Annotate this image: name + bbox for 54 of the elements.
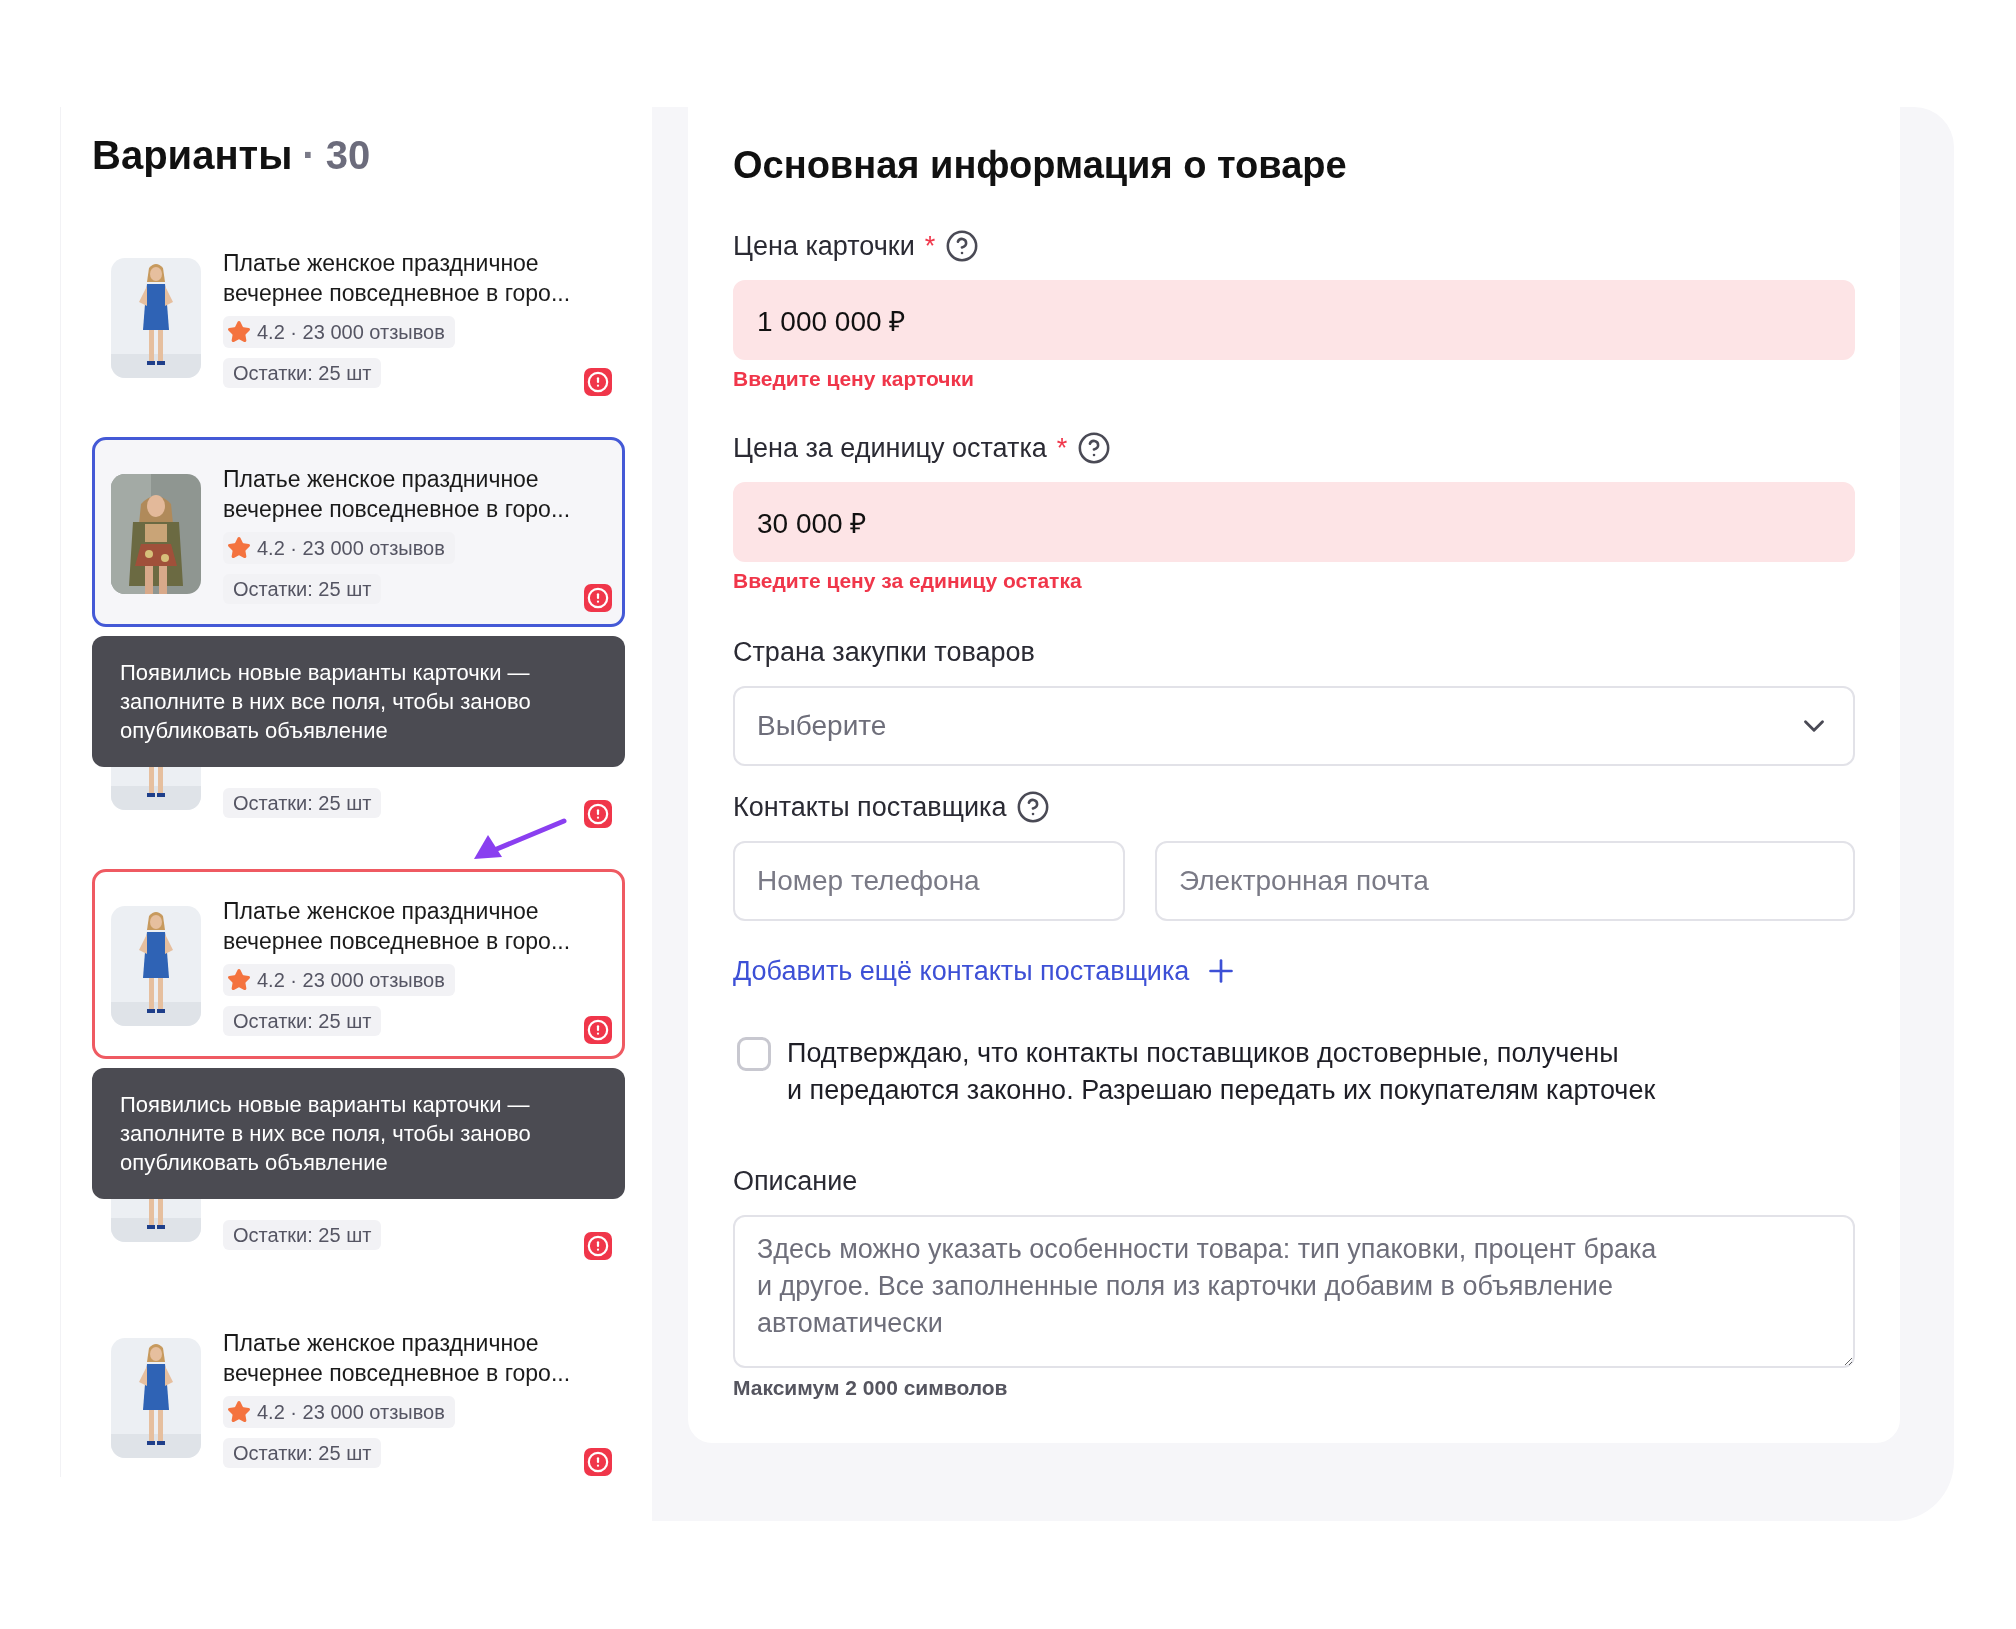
checkbox[interactable]	[737, 1037, 771, 1071]
variants-title: Варианты	[92, 133, 293, 178]
help-icon[interactable]	[1016, 790, 1051, 824]
field-label: Описание	[733, 1165, 858, 1197]
field-label: Цена за единицу остатка	[733, 432, 1047, 464]
variant-title: Платье женское праздничное вечернее повседневное в горо...	[223, 249, 572, 308]
alert-icon[interactable]	[584, 1016, 612, 1044]
stock-chip: Остатки: 25 шт	[223, 788, 382, 818]
variant-title: Платье женское праздничное вечернее повседневное в горо...	[223, 897, 572, 956]
star-icon	[227, 1400, 251, 1424]
stock-chip: Остатки: 25 шт	[223, 358, 382, 388]
description-field[interactable]: Здесь можно указать особенности товара: тип упаковки, процент брака и другое. Все заполненные поля из карточки добавим в объявление автоматически	[733, 1215, 1855, 1368]
variant-card[interactable]: Платье женское праздничное вечернее повседневное в горо... 4.2 · 23 000 отзывов Остатки: 25 шт	[92, 869, 625, 1059]
help-icon[interactable]	[945, 229, 980, 263]
required-mark: *	[924, 230, 936, 262]
alert-icon[interactable]	[584, 368, 612, 396]
alert-icon[interactable]	[584, 1448, 612, 1476]
select-field[interactable]: Выберите	[733, 686, 1855, 766]
alert-icon[interactable]	[584, 584, 612, 612]
variant-title: Платье женское праздничное вечернее повседневное в горо...	[223, 465, 572, 524]
tooltip: Появились новые варианты карточки — заполните в них все поля, чтобы заново опубликовать объявление	[92, 1068, 625, 1199]
field-label: Страна закупки товаров	[733, 636, 1035, 668]
title-separator: ·	[302, 133, 316, 178]
error-message: Введите цену за единицу остатка	[733, 568, 1082, 594]
character-limit-hint: Максимум 2 000 символов	[733, 1376, 1008, 1400]
rating-text: 4.2 · 23 000 отзывов	[257, 536, 445, 560]
stock-chip: Остатки: 25 шт	[223, 1438, 382, 1468]
star-icon	[227, 536, 251, 560]
error-message: Введите цену карточки	[733, 366, 974, 392]
stock-chip: Остатки: 25 шт	[223, 1220, 382, 1250]
alert-icon[interactable]	[584, 1232, 612, 1260]
field-label: Цена карточки	[733, 230, 915, 262]
rating-text: 4.2 · 23 000 отзывов	[257, 320, 445, 344]
star-icon	[227, 320, 251, 344]
rating-text: 4.2 · 23 000 отзывов	[257, 968, 445, 992]
stock-chip: Остатки: 25 шт	[223, 1006, 382, 1036]
price-input[interactable]: 30 000 ₽	[733, 482, 1855, 562]
tooltip: Появились новые варианты карточки — заполните в них все поля, чтобы заново опубликовать объявление	[92, 636, 625, 767]
add-contacts-link[interactable]: Добавить ещё контакты поставщика	[733, 953, 1240, 989]
price-input[interactable]: 1 000 000 ₽	[733, 280, 1855, 360]
star-icon	[227, 968, 251, 992]
phone-input[interactable]: Номер телефона	[733, 841, 1125, 921]
form-title: Основная информация о товаре	[733, 143, 1348, 188]
alert-icon[interactable]	[584, 800, 612, 828]
variant-card[interactable]: Платье женское праздничное вечернее повседневное в горо... 4.2 · 23 000 отзывов Остатки: 25 шт	[92, 437, 625, 627]
variants-count: 30	[325, 133, 371, 178]
consent-text: Подтверждаю, что контакты поставщиков достоверные, получены и передаются законно. Разрешаю передать их покупателям карточек	[787, 1037, 1656, 1107]
field-label: Контакты поставщика	[733, 791, 1007, 823]
stock-chip: Остатки: 25 шт	[223, 574, 382, 604]
email-input[interactable]: Электронная почта	[1155, 841, 1855, 921]
rating-text: 4.2 · 23 000 отзывов	[257, 1400, 445, 1424]
required-mark: *	[1056, 432, 1068, 464]
variant-title: Платье женское праздничное вечернее повседневное в горо...	[223, 1329, 572, 1388]
help-icon[interactable]	[1077, 431, 1112, 465]
